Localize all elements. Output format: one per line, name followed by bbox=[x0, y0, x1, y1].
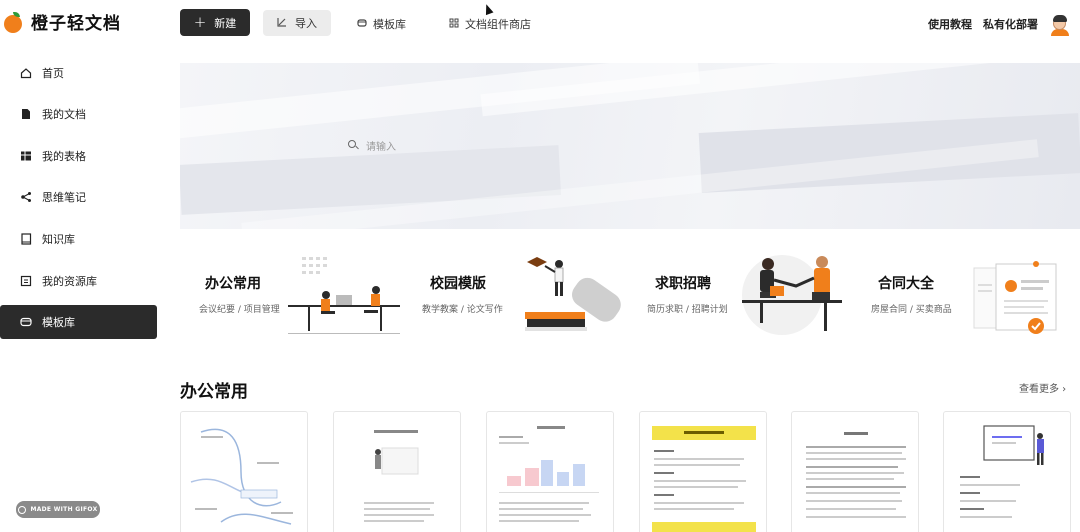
jobs-illustration bbox=[740, 250, 850, 335]
nav-templates[interactable]: 模板库 bbox=[357, 16, 406, 32]
campus-illustration bbox=[515, 250, 625, 335]
import-icon bbox=[277, 17, 287, 30]
new-button[interactable]: + 新建 bbox=[180, 9, 250, 36]
sidebar: 首页 我的文档 我的表格 思维笔记 知识库 我的资源库 模板库 MADE WIT… bbox=[0, 46, 158, 532]
gifox-badge: MADE WITH GIFOX bbox=[16, 501, 100, 518]
template-card[interactable] bbox=[943, 411, 1071, 532]
app-root: 橙子轻文档 + 新建 导入 模板库 文档组件商店 使用教程 私有化部署 首页 我… bbox=[0, 0, 1080, 532]
table-icon bbox=[20, 150, 32, 162]
gifox-icon bbox=[18, 505, 27, 514]
template-icon bbox=[20, 316, 32, 328]
gifox-label: MADE WITH GIFOX bbox=[30, 506, 98, 513]
sidebar-item-resources[interactable]: 我的资源库 bbox=[0, 264, 157, 298]
mindmap-thumbnail bbox=[190, 428, 293, 525]
template-card[interactable] bbox=[791, 411, 919, 532]
office-illustration bbox=[288, 255, 400, 335]
folder-icon bbox=[20, 275, 32, 287]
mindmap-icon bbox=[20, 191, 32, 203]
template-nav-icon bbox=[357, 18, 367, 31]
search-icon bbox=[348, 140, 358, 150]
sidebar-item-label: 我的资源库 bbox=[42, 275, 97, 288]
mouse-cursor-icon bbox=[482, 2, 494, 16]
new-button-label: 新建 bbox=[214, 16, 237, 30]
import-button-label: 导入 bbox=[295, 17, 317, 30]
nav-shop-label: 文档组件商店 bbox=[465, 18, 531, 31]
app-name: 橙子轻文档 bbox=[31, 14, 121, 34]
template-card[interactable] bbox=[486, 411, 614, 532]
sidebar-item-label: 我的表格 bbox=[42, 150, 86, 163]
category-subtitle-campus: 教学教案 / 论文写作 bbox=[422, 305, 503, 315]
user-avatar[interactable] bbox=[1050, 14, 1070, 36]
presentation-thumbnail bbox=[960, 425, 1044, 518]
nav-tutorial[interactable]: 使用教程 bbox=[928, 16, 972, 32]
sidebar-item-my-docs[interactable]: 我的文档 bbox=[0, 97, 157, 131]
sidebar-item-home[interactable]: 首页 bbox=[0, 56, 157, 90]
nav-private-deploy[interactable]: 私有化部署 bbox=[983, 16, 1038, 32]
sidebar-item-my-sheets[interactable]: 我的表格 bbox=[0, 139, 157, 173]
grid-icon bbox=[449, 18, 459, 31]
category-subtitle-jobs: 简历求职 / 招聘计划 bbox=[647, 305, 728, 315]
import-button[interactable]: 导入 bbox=[263, 10, 331, 36]
category-title-contracts[interactable]: 合同大全 bbox=[878, 273, 934, 293]
chart-report-thumbnail bbox=[499, 426, 599, 522]
nav-templates-label: 模板库 bbox=[373, 18, 406, 31]
meeting-thumbnail bbox=[364, 430, 434, 522]
search-input[interactable]: 请输入 bbox=[366, 138, 396, 153]
document-icon bbox=[20, 108, 32, 120]
top-bar: 橙子轻文档 + 新建 导入 模板库 文档组件商店 使用教程 私有化部署 bbox=[0, 0, 1080, 46]
category-title-office[interactable]: 办公常用 bbox=[205, 273, 261, 293]
view-more-link[interactable]: 查看更多 › bbox=[1019, 380, 1066, 395]
home-icon bbox=[20, 67, 32, 79]
orange-logo-icon bbox=[4, 11, 24, 33]
sidebar-item-label: 知识库 bbox=[42, 233, 75, 246]
category-subtitle-contracts: 房屋合同 / 买卖商品 bbox=[871, 305, 952, 315]
template-card[interactable] bbox=[180, 411, 308, 532]
app-logo[interactable]: 橙子轻文档 bbox=[4, 9, 121, 34]
template-card[interactable] bbox=[333, 411, 461, 532]
sidebar-item-knowledge-base[interactable]: 知识库 bbox=[0, 222, 157, 256]
sidebar-item-templates[interactable]: 模板库 bbox=[0, 305, 157, 339]
sidebar-item-label: 模板库 bbox=[42, 316, 75, 329]
sidebar-item-label: 我的文档 bbox=[42, 108, 86, 121]
notice-thumbnail bbox=[806, 432, 906, 518]
nav-component-shop[interactable]: 文档组件商店 bbox=[449, 16, 531, 32]
book-icon bbox=[20, 233, 32, 245]
plan-thumbnail bbox=[652, 426, 756, 532]
category-subtitle-office: 会议纪要 / 项目管理 bbox=[199, 305, 280, 315]
sidebar-item-label: 首页 bbox=[42, 67, 64, 80]
plus-icon: + bbox=[193, 13, 207, 31]
category-title-campus[interactable]: 校园模版 bbox=[430, 273, 486, 293]
search-bar[interactable]: 请输入 bbox=[333, 127, 915, 163]
contracts-illustration bbox=[968, 258, 1068, 338]
sidebar-item-label: 思维笔记 bbox=[42, 191, 86, 204]
template-card[interactable] bbox=[639, 411, 767, 532]
sidebar-item-mind-notes[interactable]: 思维笔记 bbox=[0, 180, 157, 214]
category-title-jobs[interactable]: 求职招聘 bbox=[655, 273, 711, 293]
section-title: 办公常用 bbox=[180, 382, 248, 402]
